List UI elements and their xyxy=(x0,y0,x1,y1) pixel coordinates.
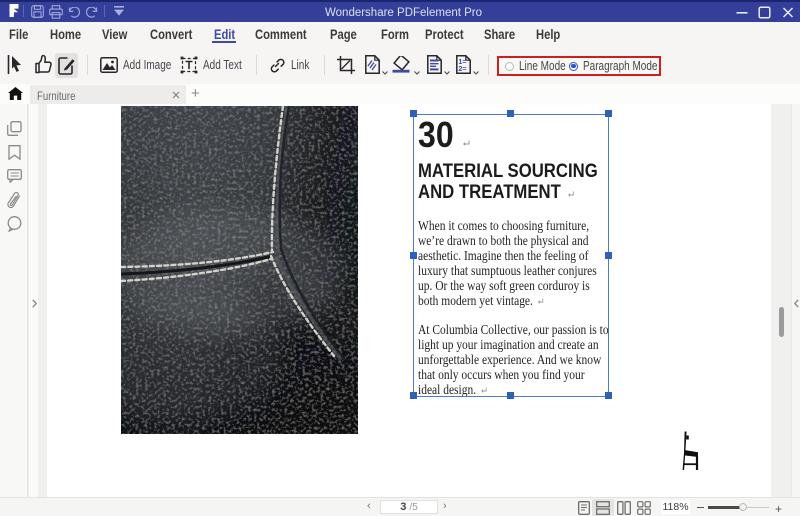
svg-text:2=: 2= xyxy=(458,64,466,73)
